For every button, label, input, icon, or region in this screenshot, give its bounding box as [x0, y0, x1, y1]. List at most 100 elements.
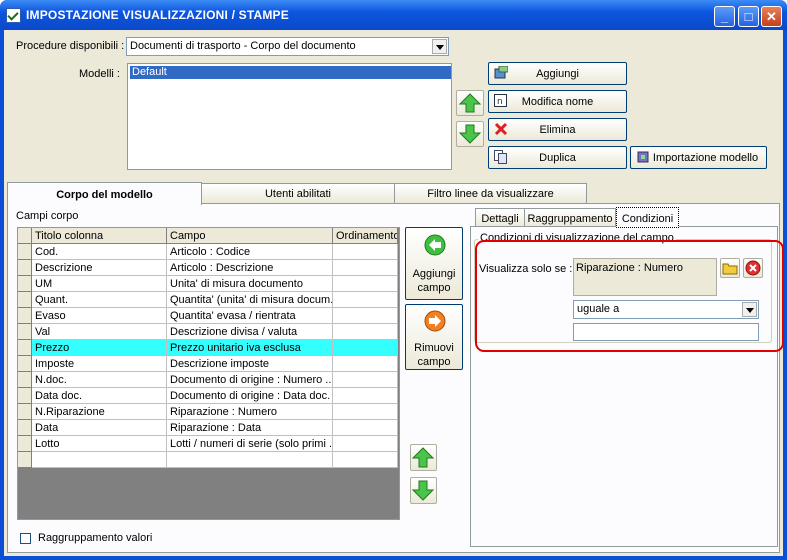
grid-cell: N.Riparazione — [32, 404, 167, 420]
row-indicator — [18, 372, 32, 388]
table-row[interactable]: Data doc. Documento di origine : Data doc… — [18, 388, 398, 404]
grid-cell: Imposte — [32, 356, 167, 372]
grid-cell — [333, 452, 398, 468]
subtab-condizioni[interactable]: Condizioni — [616, 207, 679, 228]
subtab-dettagli[interactable]: Dettagli — [475, 208, 525, 227]
grid-cell: Descrizione imposte — [167, 356, 333, 372]
campi-grid[interactable]: Titolo colonna Campo Ordinamento Cod. Artico… — [17, 227, 400, 520]
arrow-up-icon — [411, 447, 435, 468]
grid-cell: Riparazione : Numero — [167, 404, 333, 420]
grid-cell: Quant. — [32, 292, 167, 308]
row-indicator — [18, 388, 32, 404]
grid-cell: Val — [32, 324, 167, 340]
minimize-button[interactable]: _ — [714, 6, 735, 27]
grid-cell: Documento di origine : Data doc. — [167, 388, 333, 404]
grid-cell: Prezzo unitario iva esclusa — [167, 340, 333, 356]
field-move-down-button[interactable] — [410, 477, 437, 504]
column-header: Campo — [167, 228, 333, 244]
row-indicator — [18, 452, 32, 468]
arrow-left-green-icon — [424, 234, 446, 256]
grid-cell — [333, 260, 398, 276]
grid-cell — [333, 324, 398, 340]
arrow-down-icon — [458, 124, 482, 144]
chevron-down-icon[interactable] — [432, 39, 447, 54]
maximize-icon: □ — [744, 9, 753, 24]
row-indicator — [18, 420, 32, 436]
close-button[interactable]: ✕ — [761, 6, 782, 27]
window-title: IMPOSTAZIONE VISUALIZZAZIONI / STAMPE — [26, 8, 289, 22]
grid-cell — [333, 404, 398, 420]
table-row[interactable]: Data Riparazione : Data — [18, 420, 398, 436]
row-indicator — [18, 356, 32, 372]
duplica-button[interactable]: Duplica — [488, 146, 627, 169]
move-down-button[interactable] — [456, 121, 484, 147]
grid-cell — [333, 372, 398, 388]
campi-corpo-label: Campi corpo — [16, 210, 79, 222]
table-row[interactable]: Quant. Quantita' (unita' di misura docum.… — [18, 292, 398, 308]
grid-cell — [333, 308, 398, 324]
row-indicator — [18, 404, 32, 420]
grid-cell — [333, 244, 398, 260]
list-item[interactable]: Default — [130, 66, 451, 79]
procedure-label: Procedure disponibili : — [16, 40, 125, 52]
table-row[interactable]: N.Riparazione Riparazione : Numero — [18, 404, 398, 420]
row-indicator — [18, 340, 32, 356]
table-row[interactable]: Cod. Articolo : Codice — [18, 244, 398, 260]
tab-filtro-linee[interactable]: Filtro linee da visualizzare — [394, 183, 587, 203]
row-indicator — [18, 276, 32, 292]
tab-utenti-abilitati[interactable]: Utenti abilitati — [201, 183, 395, 203]
highlight-box — [475, 240, 784, 352]
table-row[interactable]: Val Descrizione divisa / valuta — [18, 324, 398, 340]
table-row[interactable] — [18, 452, 398, 468]
raggruppamento-checkbox[interactable] — [20, 533, 31, 544]
rimuovi-campo-button[interactable]: Rimuovi campo — [405, 304, 463, 370]
procedure-select[interactable]: Documenti di trasporto - Corpo del docum… — [126, 37, 449, 56]
grid-cell: Evaso — [32, 308, 167, 324]
elimina-button[interactable]: Elimina — [488, 118, 627, 141]
subtab-raggruppamento[interactable]: Raggruppamento — [524, 208, 616, 227]
table-row[interactable]: UM Unita' di misura documento — [18, 276, 398, 292]
grid-cell — [167, 452, 333, 468]
arrow-right-orange-icon — [424, 310, 446, 332]
grid-cell: Unita' di misura documento — [167, 276, 333, 292]
raggruppamento-label: Raggruppamento valori — [38, 532, 153, 544]
grid-cell: Data doc. — [32, 388, 167, 404]
title-bar[interactable]: IMPOSTAZIONE VISUALIZZAZIONI / STAMPE _ … — [0, 0, 787, 30]
row-indicator — [18, 292, 32, 308]
grid-cell: Cod. — [32, 244, 167, 260]
client-area: Procedure disponibili : Documenti di tra… — [4, 30, 784, 556]
row-indicator — [18, 436, 32, 452]
column-header: Titolo colonna — [32, 228, 167, 244]
minimize-icon: _ — [720, 9, 729, 24]
row-indicator — [18, 324, 32, 340]
table-row[interactable]: Prezzo Prezzo unitario iva esclusa — [18, 340, 398, 356]
move-up-button[interactable] — [456, 90, 484, 116]
row-indicator — [18, 244, 32, 260]
table-row[interactable]: Imposte Descrizione imposte — [18, 356, 398, 372]
modifica-nome-button[interactable]: n Modifica nome — [488, 90, 627, 113]
grid-cell: UM — [32, 276, 167, 292]
grid-cell — [333, 276, 398, 292]
modelli-list[interactable]: Default — [127, 63, 452, 170]
maximize-button[interactable]: □ — [738, 6, 759, 27]
grid-cell: Articolo : Descrizione — [167, 260, 333, 276]
table-row[interactable]: Evaso Quantita' evasa / rientrata — [18, 308, 398, 324]
aggiungi-button[interactable]: Aggiungi — [488, 62, 627, 85]
close-icon: ✕ — [766, 9, 777, 24]
row-indicator — [18, 308, 32, 324]
column-header: Ordinamento — [333, 228, 398, 244]
grid-cell: Quantita' evasa / rientrata — [167, 308, 333, 324]
arrow-down-icon — [411, 480, 435, 501]
table-row[interactable]: N.doc. Documento di origine : Numero ... — [18, 372, 398, 388]
modelli-label: Modelli : — [79, 68, 120, 80]
aggiungi-campo-button[interactable]: Aggiungi campo — [405, 227, 463, 300]
row-indicator — [18, 260, 32, 276]
tab-corpo-del-modello[interactable]: Corpo del modello — [7, 182, 202, 205]
grid-cell: Riparazione : Data — [167, 420, 333, 436]
field-move-up-button[interactable] — [410, 444, 437, 471]
grid-cell: Descrizione divisa / valuta — [167, 324, 333, 340]
table-row[interactable]: Lotto Lotti / numeri di serie (solo primi… — [18, 436, 398, 452]
grid-cell: Articolo : Codice — [167, 244, 333, 260]
importazione-modello-button[interactable]: Importazione modello — [630, 146, 767, 169]
table-row[interactable]: Descrizione Articolo : Descrizione — [18, 260, 398, 276]
